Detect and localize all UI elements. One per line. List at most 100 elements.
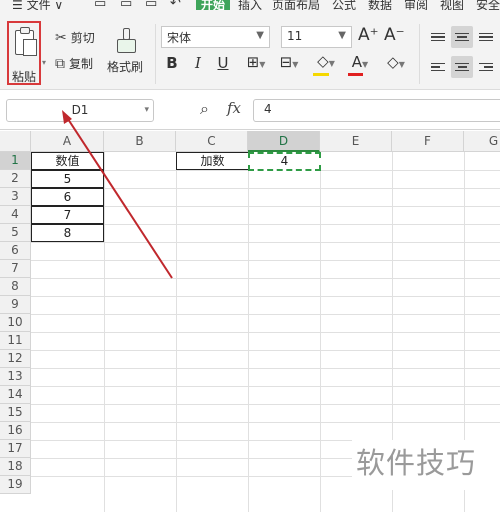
align-center-button[interactable] <box>451 56 473 78</box>
cell-a1[interactable]: 数值 <box>31 152 104 170</box>
row-header-9[interactable]: 9 <box>0 296 31 314</box>
menu-bar: ☰ 文件 ∨ ▭ ▭ ▭ ↶ 开始 插入 页面布局 公式 数据 审阅 视图 安全 <box>0 0 500 10</box>
column-header-f[interactable]: F <box>392 131 464 152</box>
tab-page-layout[interactable]: 页面布局 <box>272 0 320 10</box>
gridline <box>31 260 500 261</box>
column-header-g[interactable]: G <box>464 131 500 152</box>
undo-icon[interactable]: ↶ <box>170 0 181 10</box>
row-header-16[interactable]: 16 <box>0 422 31 440</box>
zoom-icon[interactable]: ⌕ <box>200 99 209 119</box>
tab-formulas[interactable]: 公式 <box>332 0 356 10</box>
row-header-15[interactable]: 15 <box>0 404 31 422</box>
italic-button[interactable]: I <box>188 54 208 72</box>
merge-cells-button[interactable]: ⊟▼ <box>274 53 304 71</box>
font-color-label: A <box>351 53 363 71</box>
formula-bar: D1 ▾ ⌕ fx 4 <box>0 90 500 130</box>
cell-c1[interactable]: 加数 <box>176 152 249 170</box>
watermark: 软件技巧 <box>352 440 500 490</box>
row-header-11[interactable]: 11 <box>0 332 31 350</box>
name-box-value: D1 <box>71 103 89 117</box>
column-header-e[interactable]: E <box>320 131 392 152</box>
font-name-select[interactable]: 宋体 ▼ <box>161 26 270 48</box>
align-bottom-button[interactable] <box>475 26 497 48</box>
bold-button[interactable]: B <box>162 54 182 72</box>
copy-icon: ⧉ <box>55 55 65 72</box>
chevron-down-icon: ▼ <box>256 30 264 41</box>
tab-home[interactable]: 开始 <box>196 0 231 10</box>
select-all-corner[interactable] <box>0 131 31 152</box>
row-header-2[interactable]: 2 <box>0 170 31 188</box>
paste-dropdown-icon[interactable]: ▾ <box>42 58 46 67</box>
row-header-10[interactable]: 10 <box>0 314 31 332</box>
row-header-1[interactable]: 1 <box>0 152 31 170</box>
eraser-icon: ◇ <box>387 53 399 71</box>
row-header-3[interactable]: 3 <box>0 188 31 206</box>
font-color-button[interactable]: A▼ <box>345 53 375 71</box>
font-name-value: 宋体 <box>167 31 192 45</box>
row-header-4[interactable]: 4 <box>0 206 31 224</box>
border-icon: ⊞ <box>246 53 260 71</box>
format-painter-button[interactable]: 格式刷 <box>107 58 143 75</box>
column-header-c[interactable]: C <box>176 131 248 152</box>
export-icon[interactable]: ▭ <box>120 0 132 10</box>
cell-a4[interactable]: 7 <box>31 206 104 224</box>
align-middle-button[interactable] <box>451 26 473 48</box>
gridline <box>31 278 500 279</box>
cell-a3[interactable]: 6 <box>31 188 104 206</box>
paste-button[interactable]: 粘贴 <box>7 21 41 85</box>
tab-security[interactable]: 安全 <box>476 0 500 10</box>
copy-button[interactable]: ⧉ 复制 <box>55 55 93 72</box>
row-header-12[interactable]: 12 <box>0 350 31 368</box>
font-size-select[interactable]: 11 ▼ <box>281 26 352 48</box>
merge-icon: ⊟ <box>279 53 293 71</box>
shrink-font-button[interactable]: A⁻ <box>384 25 405 45</box>
row-header-5[interactable]: 5 <box>0 224 31 242</box>
tab-review[interactable]: 审阅 <box>404 0 428 10</box>
tab-view[interactable]: 视图 <box>440 0 464 10</box>
clear-format-button[interactable]: ◇▼ <box>381 53 411 71</box>
row-header-6[interactable]: 6 <box>0 242 31 260</box>
cut-button[interactable]: ✂ 剪切 <box>55 29 95 46</box>
column-header-b[interactable]: B <box>104 131 176 152</box>
formula-input[interactable]: 4 <box>253 99 500 122</box>
cell-a2[interactable]: 5 <box>31 170 104 188</box>
underline-button[interactable]: U <box>213 54 233 72</box>
gridline <box>31 386 500 387</box>
borders-button[interactable]: ⊞▼ <box>241 53 271 71</box>
name-box[interactable]: D1 ▾ <box>6 99 154 122</box>
fill-color-button[interactable]: ◇▼ <box>311 52 341 70</box>
chevron-down-icon: ▼ <box>398 60 405 69</box>
clipboard-icon <box>15 27 37 56</box>
cell-a5[interactable]: 8 <box>31 224 104 242</box>
row-header-19[interactable]: 19 <box>0 476 31 494</box>
print-icon[interactable]: ▭ <box>145 0 157 10</box>
align-left-button[interactable] <box>427 56 449 78</box>
row-header-18[interactable]: 18 <box>0 458 31 476</box>
paste-label: 粘贴 <box>12 70 37 84</box>
tab-insert[interactable]: 插入 <box>238 0 262 10</box>
divider <box>419 24 420 84</box>
paint-bucket-icon: ◇ <box>317 52 329 70</box>
row-header-17[interactable]: 17 <box>0 440 31 458</box>
align-right-button[interactable] <box>475 56 497 78</box>
cut-label: 剪切 <box>70 31 95 45</box>
font-color-swatch <box>348 73 363 76</box>
column-header-d[interactable]: D <box>248 131 320 152</box>
align-top-button[interactable] <box>427 26 449 48</box>
menu-file[interactable]: ☰ 文件 ∨ <box>12 0 63 10</box>
row-header-7[interactable]: 7 <box>0 260 31 278</box>
tab-data[interactable]: 数据 <box>368 0 392 10</box>
row-header-13[interactable]: 13 <box>0 368 31 386</box>
scissors-icon: ✂ <box>55 29 67 46</box>
column-header-a[interactable]: A <box>31 131 104 152</box>
chevron-down-icon: ▼ <box>259 60 266 69</box>
row-header-14[interactable]: 14 <box>0 386 31 404</box>
row-header-8[interactable]: 8 <box>0 278 31 296</box>
gridline <box>31 350 500 351</box>
save-icon[interactable]: ▭ <box>94 0 106 10</box>
cell-d1-selected[interactable]: 4 <box>248 152 321 171</box>
format-painter-icon[interactable] <box>116 28 138 54</box>
grow-font-button[interactable]: A⁺ <box>358 25 379 45</box>
chevron-down-icon: ▼ <box>362 60 369 69</box>
fx-icon[interactable]: fx <box>227 99 241 117</box>
